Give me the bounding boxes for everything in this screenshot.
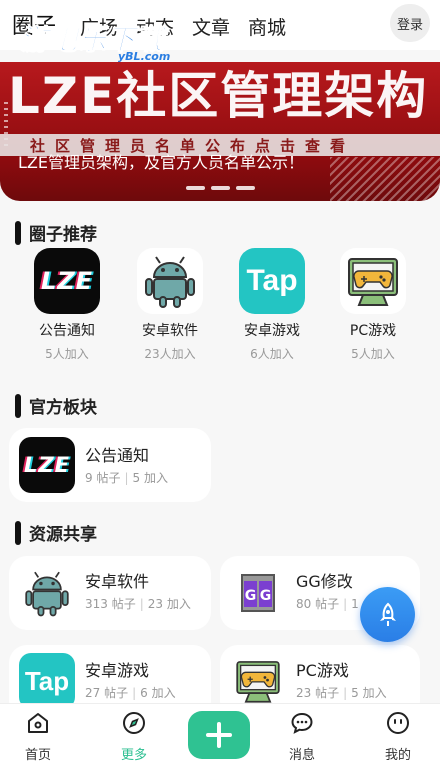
gamepad-monitor-icon [230,653,286,709]
post-count: 80 帖子 [296,597,340,611]
recommend-item-count: 5人加入 [45,347,89,361]
nav-messages[interactable]: 消息 [272,710,332,762]
post-count: 23 帖子 [296,686,340,700]
recommend-item-count: 5人加入 [351,347,395,361]
profile-face-icon [385,710,411,736]
board-card-title: GG修改 [296,572,353,591]
section-resources-header: 资源共享 [15,520,97,545]
board-card-title: 安卓游戏 [85,661,150,680]
board-card-title: 安卓软件 [85,572,150,591]
compass-icon [121,710,147,736]
nav-label: 更多 [120,748,147,762]
gg-logo-icon: G G [230,565,286,621]
gamepad-monitor-icon [340,248,406,314]
carousel-indicator [186,186,255,190]
nav-home[interactable]: 首页 [8,710,68,762]
post-count: 313 帖子 [85,597,136,611]
board-card-title: PC游戏 [296,661,349,680]
nav-profile[interactable]: 我的 [368,710,428,762]
join-count: 5 加入 [351,686,387,700]
banner-headline: LZE社区管理架构 [8,67,429,125]
join-count: 5 加入 [132,471,168,485]
login-button[interactable]: 登录 [390,4,430,42]
lze-logo-icon: LZE [34,248,100,314]
board-card-android-software[interactable]: 安卓软件 313 帖子 | 23 加入 [9,556,211,630]
nav-more[interactable]: 更多 [104,710,164,762]
post-count: 9 帖子 [85,471,121,485]
top-bar: 圈子 广场 动态 文章 商城 游吧乐下载 登录 [0,0,440,57]
board-card-meta: 27 帖子 | 6 加入 [85,686,176,700]
recommend-item-name: 公告通知 [39,323,95,339]
section-title: 资源共享 [29,525,97,545]
board-card-meta: 313 帖子 | 23 加入 [85,597,191,611]
lze-logo-icon: LZE [19,437,75,493]
recommend-item[interactable]: Tap 安卓游戏 6人加入 [227,248,317,362]
app-screen: 圈子 广场 动态 文章 商城 游吧乐下载 登录 yBL.com LZE社区管理架… [0,0,440,762]
board-card-title: 公告通知 [85,446,150,465]
android-robot-icon [19,565,75,621]
recommend-item-name: 安卓软件 [142,323,198,339]
banner-carousel[interactable]: LZE社区管理架构 社区管理员名单公布点击查看 LZE管理员架构，及官方人员名单… [0,62,440,201]
carousel-dot[interactable] [211,186,230,190]
board-card-notice[interactable]: LZE 公告通知 9 帖子 | 5 加入 [9,428,211,502]
recommend-item-count: 23人加入 [144,347,196,361]
recommend-item-count: 6人加入 [250,347,294,361]
recommend-item[interactable]: 安卓软件 23人加入 [125,248,215,362]
section-title: 官方板块 [29,398,97,418]
nav-label: 首页 [24,748,51,762]
bottom-navigation: 首页 更多 消息 我的 [0,703,440,762]
nav-label: 我的 [384,748,411,762]
recommend-item[interactable]: PC游戏 5人加入 [328,248,418,362]
plus-button[interactable] [188,711,250,759]
section-bar [15,520,21,545]
tab-mall[interactable]: 商城 [248,13,286,40]
recommend-item-name: 安卓游戏 [244,323,300,339]
section-bar [15,220,21,245]
nav-label: 消息 [288,748,315,762]
board-card-meta: 80 帖子 | 1 [296,597,359,611]
join-count: 6 加入 [140,686,176,700]
recommend-item[interactable]: LZE 公告通知 5人加入 [22,248,112,362]
tab-articles[interactable]: 文章 [192,13,230,40]
plus-icon [206,722,232,748]
board-card-meta: 9 帖子 | 5 加入 [85,471,168,485]
board-card-meta: 23 帖子 | 5 加入 [296,686,387,700]
carousel-dot[interactable] [236,186,255,190]
rocket-icon [379,602,396,626]
recommend-item-name: PC游戏 [349,323,397,339]
tap-logo-icon: Tap [19,653,75,709]
tap-logo-icon: Tap [239,248,305,314]
join-count: 1 [351,597,359,611]
post-count: 27 帖子 [85,686,129,700]
banner-caption: LZE管理员架构，及官方人员名单公示！ [18,153,304,172]
section-official-header: 官方板块 [15,393,97,418]
section-title: 圈子推荐 [29,225,97,245]
join-count: 23 加入 [147,597,191,611]
svg-text:G: G [260,588,272,604]
section-bar [15,393,21,418]
rocket-fab-button[interactable] [360,587,415,642]
section-recommend-header: 圈子推荐 [15,220,97,245]
banner-stripes-decoration [330,157,440,201]
android-robot-icon [137,248,203,314]
home-icon [25,710,51,736]
chat-icon [289,710,315,736]
svg-text:G: G [245,588,257,604]
carousel-dot[interactable] [186,186,205,190]
